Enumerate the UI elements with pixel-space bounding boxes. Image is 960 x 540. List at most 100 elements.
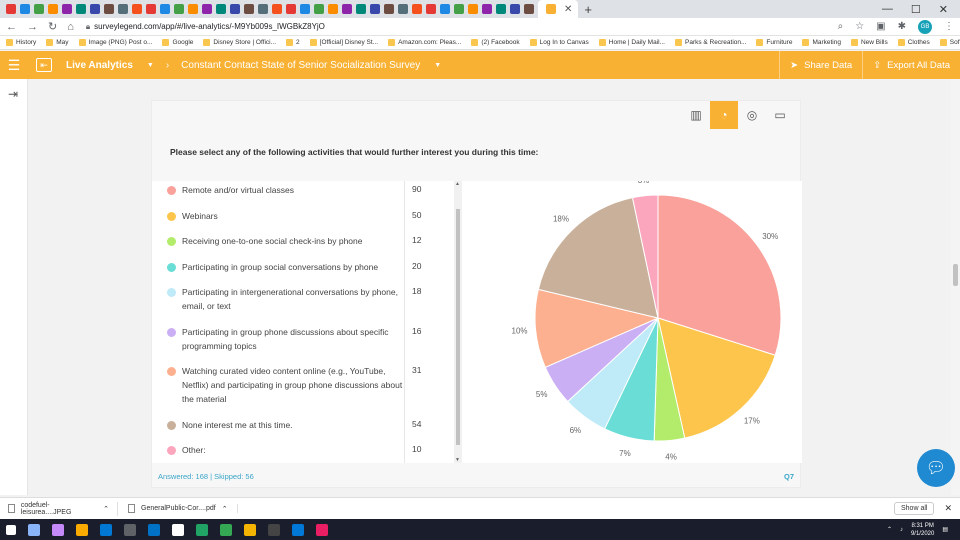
browser-tab[interactable] bbox=[342, 4, 352, 14]
download-item[interactable]: GeneralPublic-Cor....pdf ⌃ bbox=[128, 504, 238, 513]
export-all-data-button[interactable]: ⇪ Export All Data bbox=[862, 51, 960, 79]
app-icon[interactable] bbox=[268, 523, 280, 536]
puzzle-icon[interactable]: ✱ bbox=[898, 21, 906, 32]
notepad-icon[interactable] bbox=[172, 523, 184, 536]
back-arrow-icon[interactable]: ⇤ bbox=[36, 58, 52, 72]
bar-chart-icon[interactable]: ▥ bbox=[682, 101, 710, 129]
edge-icon[interactable] bbox=[292, 523, 304, 536]
clock[interactable]: 8:31 PM 9/1/2020 bbox=[911, 522, 934, 538]
bookmark-item[interactable]: Google bbox=[162, 39, 193, 46]
browser-tab[interactable] bbox=[524, 4, 534, 14]
app-icon[interactable] bbox=[316, 523, 328, 536]
browser-tab[interactable] bbox=[202, 4, 212, 14]
zoom-icon[interactable]: ⌕ bbox=[838, 21, 844, 32]
browser-tab[interactable] bbox=[370, 4, 380, 14]
store-icon[interactable] bbox=[100, 523, 112, 536]
bookmark-item[interactable]: New Bills bbox=[850, 39, 888, 46]
browser-tab[interactable] bbox=[496, 4, 506, 14]
scroll-down-icon[interactable]: ▼ bbox=[455, 457, 460, 463]
bookmark-item[interactable]: (2) Facebook bbox=[471, 39, 520, 46]
bookmark-item[interactable]: Software bbox=[939, 39, 960, 46]
bookmark-item[interactable]: Disney Store | Offici... bbox=[203, 39, 276, 46]
bookmark-item[interactable]: Amazon.com: Pleas... bbox=[388, 39, 461, 46]
close-downloads-icon[interactable]: ✕ bbox=[944, 503, 952, 514]
bookmark-item[interactable]: History bbox=[6, 39, 36, 46]
bookmark-item[interactable]: Log In to Canvas bbox=[529, 39, 589, 46]
menu-dots-icon[interactable]: ⋮ bbox=[944, 21, 954, 32]
browser-tab[interactable] bbox=[146, 4, 156, 14]
tab-favicons[interactable] bbox=[4, 4, 536, 14]
forward-icon[interactable]: → bbox=[27, 21, 38, 33]
browser-tab[interactable] bbox=[216, 4, 226, 14]
browser-tab[interactable] bbox=[398, 4, 408, 14]
excel-icon[interactable] bbox=[196, 523, 208, 536]
share-data-button[interactable]: ➤ Share Data bbox=[779, 51, 862, 79]
volume-icon[interactable]: ♪ bbox=[900, 527, 903, 533]
extension-icon[interactable]: ▣ bbox=[876, 21, 885, 32]
minimize-icon[interactable]: — bbox=[882, 3, 893, 16]
legend-scrollbar[interactable]: ▲ ▼ bbox=[454, 181, 462, 463]
browser-tab[interactable] bbox=[244, 4, 254, 14]
app-icon[interactable] bbox=[220, 523, 232, 536]
browser-tab[interactable] bbox=[62, 4, 72, 14]
chevron-up-icon[interactable]: ⌃ bbox=[222, 505, 228, 513]
browser-tab[interactable] bbox=[356, 4, 366, 14]
bookmark-item[interactable]: Parks & Recreation... bbox=[675, 39, 746, 46]
chevron-up-icon[interactable]: ⌃ bbox=[103, 505, 109, 513]
browser-tab[interactable] bbox=[132, 4, 142, 14]
bookmark-item[interactable]: Image (PNG) Post o... bbox=[78, 39, 152, 46]
scroll-up-icon[interactable]: ▲ bbox=[455, 181, 460, 187]
browser-tab[interactable] bbox=[482, 4, 492, 14]
bookmark-item[interactable]: Home | Daily Mail... bbox=[598, 39, 665, 46]
browser-tab[interactable] bbox=[384, 4, 394, 14]
browser-tab[interactable] bbox=[104, 4, 114, 14]
section-title[interactable]: Live Analytics bbox=[66, 60, 133, 71]
back-icon[interactable]: ← bbox=[6, 21, 17, 33]
pie-chart-icon[interactable]: ◔ bbox=[710, 101, 738, 129]
maximize-icon[interactable]: ☐ bbox=[911, 3, 921, 16]
browser-tab[interactable] bbox=[174, 4, 184, 14]
task-view-icon[interactable] bbox=[52, 523, 64, 536]
windows-start-icon[interactable] bbox=[6, 524, 16, 535]
outlook-icon[interactable] bbox=[148, 523, 160, 536]
reload-icon[interactable]: ↻ bbox=[48, 20, 57, 33]
tab-close-icon[interactable]: ✕ bbox=[564, 4, 572, 15]
section-dropdown-caret-icon[interactable]: ▼ bbox=[147, 62, 154, 69]
survey-title[interactable]: Constant Contact State of Senior Sociali… bbox=[181, 60, 420, 71]
browser-tab[interactable] bbox=[510, 4, 520, 14]
legend-scrollbar-thumb[interactable] bbox=[456, 209, 460, 445]
hamburger-menu-icon[interactable]: ☰ bbox=[0, 57, 28, 74]
expand-sidebar-icon[interactable]: ⇥ bbox=[8, 87, 18, 101]
tab-active[interactable]: ✕ bbox=[538, 0, 579, 18]
bookmark-star-icon[interactable]: ☆ bbox=[855, 21, 864, 32]
bookmark-item[interactable]: Marketing bbox=[802, 39, 841, 46]
browser-tab[interactable] bbox=[412, 4, 422, 14]
notifications-icon[interactable]: ▤ bbox=[942, 526, 948, 533]
browser-tab[interactable] bbox=[314, 4, 324, 14]
new-tab-icon[interactable]: + bbox=[584, 2, 592, 17]
download-item[interactable]: codefuel-leisurea....JPEG ⌃ bbox=[8, 501, 118, 516]
browser-tab[interactable] bbox=[34, 4, 44, 14]
browser-tab[interactable] bbox=[286, 4, 296, 14]
survey-dropdown-caret-icon[interactable]: ▼ bbox=[434, 62, 441, 69]
file-explorer-icon[interactable] bbox=[76, 523, 88, 536]
chat-bubble-icon[interactable]: 💬︎ bbox=[917, 449, 955, 487]
bookmark-item[interactable]: May bbox=[46, 39, 69, 46]
chrome-icon[interactable] bbox=[244, 523, 256, 536]
page-scrollbar[interactable] bbox=[951, 79, 960, 495]
profile-avatar[interactable]: GB bbox=[918, 19, 932, 34]
browser-tab[interactable] bbox=[230, 4, 240, 14]
browser-tab[interactable] bbox=[188, 4, 198, 14]
bookmark-item[interactable]: Furniture bbox=[756, 39, 792, 46]
browser-tab[interactable] bbox=[160, 4, 170, 14]
bookmark-item[interactable]: [Official] Disney St... bbox=[309, 39, 378, 46]
close-window-icon[interactable]: ✕ bbox=[939, 3, 948, 16]
browser-tab[interactable] bbox=[118, 4, 128, 14]
browser-tab[interactable] bbox=[454, 4, 464, 14]
page-scrollbar-thumb[interactable] bbox=[953, 264, 958, 286]
donut-chart-icon[interactable]: ◎ bbox=[738, 101, 766, 129]
browser-tab[interactable] bbox=[440, 4, 450, 14]
browser-tab[interactable] bbox=[272, 4, 282, 14]
browser-tab[interactable] bbox=[300, 4, 310, 14]
url-field[interactable]: 🔒︎ surveylegend.com/app/#/live-analytics/… bbox=[86, 22, 325, 32]
